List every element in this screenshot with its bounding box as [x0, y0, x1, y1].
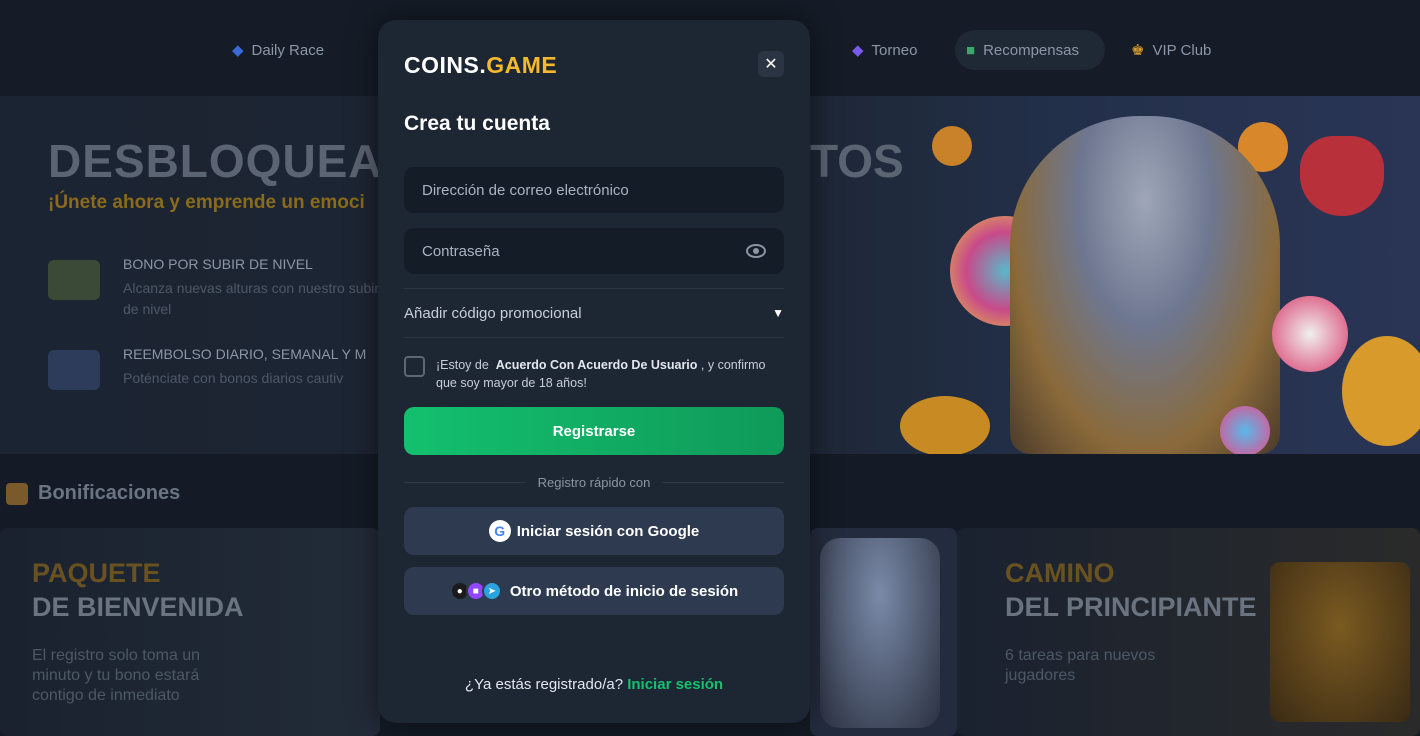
divider-line	[404, 481, 526, 483]
gift-icon: ■	[966, 41, 976, 59]
register-label: Registrarse	[552, 422, 636, 440]
quick-register-label: Registro rápido con	[537, 474, 651, 490]
already-registered-text: ¿Ya estás registrado/a?	[464, 676, 624, 693]
terms-checkbox[interactable]	[404, 356, 425, 377]
card-title-white: DE BIENVENIDA	[32, 592, 244, 622]
google-label: Iniciar sesión con Google	[516, 522, 700, 540]
other-label: Otro método de inicio de sesión	[509, 582, 739, 600]
telegram-icon: ➤	[481, 581, 502, 601]
nav-item-vip-club[interactable]: ♚ VIP Club	[1131, 38, 1211, 62]
signup-modal: COINS.GAME ✕ Crea tu cuenta Añadir códig…	[378, 20, 810, 723]
signin-prompt: ¿Ya estás registrado/a? Iniciar sesión	[378, 676, 810, 693]
bonuses-heading: Bonificaciones	[6, 482, 180, 505]
coin-decoration	[932, 126, 972, 166]
coin-decoration	[900, 396, 990, 454]
nav-item-torneo[interactable]: ◆ Torneo	[852, 38, 917, 62]
nav-label: Torneo	[871, 41, 918, 59]
diamond-icon: ◆	[852, 42, 864, 59]
heart-candy	[1300, 136, 1384, 216]
card-title-gold: PAQUETE	[32, 558, 161, 588]
nav-item-recompensas[interactable]: ■ Recompensas	[966, 38, 1079, 62]
perk-desc: Alcanza nuevas alturas con nuestro subir…	[123, 280, 380, 317]
perk-desc: Poténciate con bonos diarios cautiv	[123, 370, 344, 386]
password-field-wrapper	[404, 228, 784, 274]
bonuses-title: Bonificaciones	[38, 482, 181, 504]
coins-game-logo: COINS.GAME	[404, 52, 558, 78]
promo-code-toggle[interactable]: Añadir código promocional ▼	[404, 288, 784, 338]
promo-label: Añadir código promocional	[404, 304, 582, 322]
signin-link[interactable]: Iniciar sesión	[627, 676, 723, 693]
modal-title: Crea tu cuenta	[404, 112, 550, 135]
nav-label: VIP Club	[1152, 41, 1212, 59]
card-desc: El registro solo toma un minuto y tu bon…	[32, 647, 201, 704]
coin-decoration	[1342, 336, 1420, 446]
google-signin-button[interactable]: G Iniciar sesión con Google	[404, 507, 784, 555]
chevron-down-icon: ▼	[772, 306, 784, 320]
terms-prefix: ¡Estoy de	[436, 358, 489, 372]
password-field[interactable]	[422, 242, 746, 260]
quick-register-divider: Registro rápido con	[404, 472, 785, 492]
zeus-character	[1010, 116, 1280, 454]
nav-label: Daily Race	[251, 41, 325, 59]
trophy-icon: ◆	[232, 42, 244, 59]
terms-text: ¡Estoy de Acuerdo Con Acuerdo De Usuario…	[436, 356, 776, 392]
other-signin-button[interactable]: ● ■ ➤ Otro método de inicio de sesión	[404, 567, 784, 615]
character-art	[820, 538, 940, 728]
gift-icon	[6, 482, 28, 505]
nav-label: Recompensas	[983, 41, 1079, 59]
divider-line	[662, 481, 785, 483]
eye-icon[interactable]	[746, 244, 766, 258]
card-title-gold: CAMINO	[1005, 558, 1115, 588]
money-bag-icon	[48, 350, 100, 390]
lollipop	[1272, 296, 1348, 372]
perk-level-up: BONO POR SUBIR DE NIVEL Alcanza nuevas a…	[48, 256, 379, 320]
social-icons: ● ■ ➤	[449, 581, 502, 601]
card-title-white: DEL PRINCIPIANTE	[1005, 592, 1257, 622]
crown-icon: ♚	[1131, 42, 1145, 59]
terms-link[interactable]: Acuerdo Con Acuerdo De Usuario	[496, 358, 698, 372]
email-field[interactable]	[422, 181, 766, 199]
nav-item-daily-race[interactable]: ◆ Daily Race	[232, 38, 324, 62]
hero-artwork	[810, 96, 1420, 454]
treasure-chest-art	[1270, 562, 1410, 722]
email-field-wrapper	[404, 167, 784, 213]
perk-cashback: REEMBOLSO DIARIO, SEMANAL Y M Poténciate…	[48, 346, 378, 390]
perk-title: REEMBOLSO DIARIO, SEMANAL Y M	[123, 346, 367, 362]
card-desc: 6 tareas para nuevos jugadores	[1005, 647, 1156, 684]
perk-title: BONO POR SUBIR DE NIVEL	[123, 256, 313, 272]
cash-icon	[48, 260, 100, 300]
bonus-card-welcome[interactable]: PAQUETE DE BIENVENIDA El registro solo t…	[0, 528, 380, 736]
close-icon: ✕	[764, 56, 778, 73]
close-button[interactable]: ✕	[758, 51, 784, 77]
hero-subtitle: ¡Únete ahora y emprende un emoci	[48, 192, 365, 213]
bonus-card-beginner[interactable]: CAMINO DEL PRINCIPIANTE 6 tareas para nu…	[957, 528, 1420, 736]
register-button[interactable]: Registrarse	[404, 407, 784, 455]
candy-ball	[1220, 406, 1270, 454]
google-icon: G	[488, 520, 511, 542]
terms-agreement: ¡Estoy de Acuerdo Con Acuerdo De Usuario…	[404, 356, 784, 396]
hero-title: DESBLOQUEA	[48, 135, 383, 187]
bonus-card-game-art[interactable]	[810, 528, 957, 736]
